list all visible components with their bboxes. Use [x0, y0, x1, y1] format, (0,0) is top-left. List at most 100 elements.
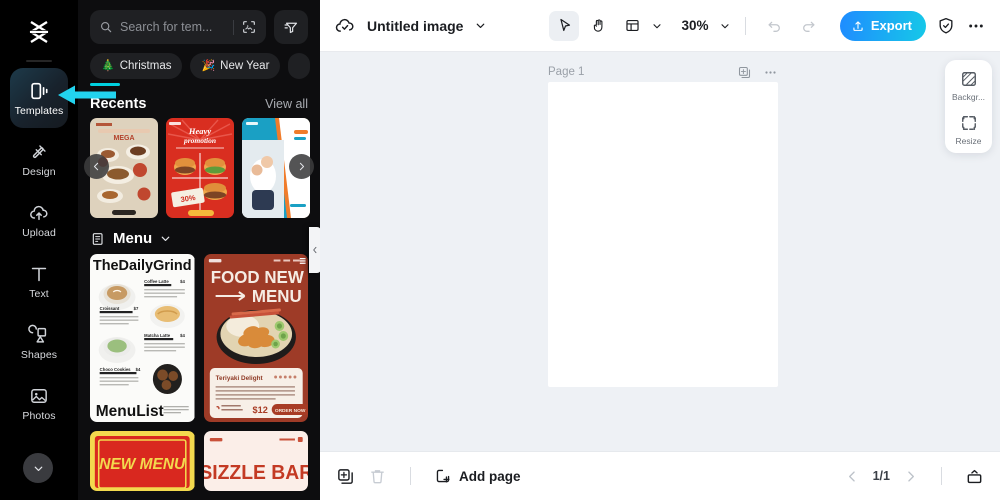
- templates-panel: Search for tem... �: [78, 0, 320, 500]
- top-toolbar: Untitled image 30% Export: [320, 0, 1000, 52]
- search-input[interactable]: Search for tem...: [90, 10, 266, 44]
- sidebar-more-button[interactable]: [23, 453, 53, 483]
- bottom-left-group: Add page: [336, 467, 521, 486]
- sidebar-item-label: Photos: [22, 409, 56, 422]
- undo-button[interactable]: [760, 11, 790, 41]
- chip-emoji: 🎄: [101, 59, 115, 72]
- svg-text:$7: $7: [134, 306, 139, 311]
- chip-christmas[interactable]: 🎄 Christmas: [90, 53, 183, 79]
- sidebar-item-photos[interactable]: Photos: [10, 373, 68, 433]
- template-thumbnail-new-menu[interactable]: NEW MENU: [90, 431, 195, 491]
- thumbnail-art: NEW MENU: [90, 431, 195, 491]
- menu-template-grid: TheDailyGrind Coffee Latte $4 Croissant …: [78, 254, 320, 491]
- template-thumbnail-heavy-promotion[interactable]: Heavy promotion 30%: [166, 118, 234, 218]
- svg-text:$12: $12: [252, 405, 267, 415]
- capcut-logo-icon: [29, 21, 49, 43]
- sidebar-item-label: Text: [29, 287, 49, 300]
- sidebar-item-label: Design: [22, 165, 56, 178]
- redo-button[interactable]: [794, 11, 824, 41]
- category-chips: 🎄 Christmas 🎉 New Year: [90, 53, 311, 79]
- upload-cloud-icon: [30, 205, 48, 220]
- page-label: Page 1: [548, 66, 585, 78]
- thumbnail-art: Heavy promotion 30%: [166, 118, 234, 218]
- right-dock-panel: Backgr... Resize: [945, 60, 992, 153]
- svg-text:MENU: MENU: [251, 286, 301, 306]
- left-sidebar: Templates Design Upload Text Shapes Phot…: [0, 0, 78, 500]
- undo-icon: [768, 21, 780, 32]
- duplicate-page-icon[interactable]: [737, 65, 752, 80]
- chip-label: Christmas: [119, 60, 172, 72]
- chip-new-year[interactable]: 🎉 New Year: [190, 53, 281, 79]
- chevron-down-icon[interactable]: [474, 19, 487, 32]
- trash-icon[interactable]: [368, 467, 387, 486]
- chevron-down-icon[interactable]: [159, 232, 172, 245]
- zoom-level[interactable]: 30%: [681, 18, 708, 33]
- export-button[interactable]: Export: [839, 10, 926, 41]
- chevron-right-icon[interactable]: [903, 469, 918, 484]
- text-icon: [31, 267, 47, 281]
- search-placeholder: Search for tem...: [120, 20, 213, 34]
- sidebar-divider: [26, 60, 52, 62]
- panel-collapse-handle[interactable]: [309, 227, 320, 273]
- sidebar-item-label: Templates: [14, 104, 64, 117]
- bottom-divider: [941, 467, 942, 485]
- filter-icon: [284, 22, 297, 33]
- capcut-logo[interactable]: [0, 6, 78, 58]
- shield-check-icon[interactable]: [936, 16, 956, 36]
- sidebar-item-shapes[interactable]: Shapes: [10, 312, 68, 372]
- duplicate-icon[interactable]: [336, 467, 355, 486]
- toolbar-right-group: Export: [839, 10, 986, 41]
- more-horizontal-icon[interactable]: [763, 65, 778, 80]
- sidebar-item-upload[interactable]: Upload: [10, 190, 68, 250]
- template-thumbnail-food-new-menu[interactable]: FOOD NEW MENU Teriyaki Delight $12 ORDER…: [203, 254, 308, 422]
- chevron-down-icon[interactable]: [719, 20, 731, 32]
- hand-tool-button[interactable]: [583, 11, 613, 41]
- menu-section-header[interactable]: Menu: [78, 218, 320, 254]
- layout-tool-button[interactable]: [617, 11, 647, 41]
- template-thumbnail-the-daily-grind[interactable]: TheDailyGrind Coffee Latte $4 Croissant …: [90, 254, 195, 422]
- chip-overflow[interactable]: [288, 53, 311, 79]
- carousel-next-button[interactable]: [289, 154, 314, 179]
- dock-item-resize[interactable]: Resize: [945, 113, 992, 146]
- svg-text:$4: $4: [180, 333, 185, 338]
- toolbar-left-group: Untitled image: [334, 15, 487, 37]
- svg-text:Choco Cookies: Choco Cookies: [100, 367, 131, 372]
- dock-item-background[interactable]: Backgr...: [945, 69, 992, 102]
- chevron-left-icon[interactable]: [845, 469, 860, 484]
- layout-icon: [626, 19, 639, 32]
- chevron-down-icon: [34, 466, 42, 471]
- resize-icon: [961, 116, 976, 130]
- sidebar-item-text[interactable]: Text: [10, 251, 68, 311]
- svg-text:Teriyaki Delight: Teriyaki Delight: [215, 375, 263, 382]
- svg-text:SIZZLE BAR: SIZZLE BAR: [204, 462, 309, 484]
- menu-doc-icon: [92, 232, 103, 245]
- chevron-down-icon[interactable]: [651, 20, 663, 32]
- redo-icon: [803, 21, 815, 32]
- document-title[interactable]: Untitled image: [367, 18, 463, 34]
- page-actions: [737, 65, 778, 80]
- add-page-button[interactable]: Add page: [434, 467, 521, 485]
- sidebar-item-design[interactable]: Design: [10, 129, 68, 189]
- svg-text:Matcha Latte: Matcha Latte: [144, 333, 171, 338]
- template-thumbnail-sizzle-bar[interactable]: SIZZLE BAR: [203, 431, 309, 491]
- recents-view-all[interactable]: View all: [265, 97, 308, 111]
- search-icon: [100, 21, 112, 33]
- canvas-viewport[interactable]: Page 1 Backgr... Resize: [320, 52, 1000, 451]
- svg-text:Croissant: Croissant: [100, 306, 120, 311]
- select-tool-button[interactable]: [549, 10, 580, 41]
- sidebar-item-templates[interactable]: Templates: [10, 68, 68, 128]
- more-horizontal-icon[interactable]: [966, 16, 986, 36]
- toolbar-tools-group: 30%: [549, 10, 824, 41]
- carousel-prev-button[interactable]: [84, 154, 109, 179]
- sidebar-item-label: Shapes: [20, 348, 58, 361]
- templates-icon: [31, 82, 48, 99]
- image-search-icon[interactable]: [241, 19, 257, 35]
- page-canvas[interactable]: [548, 82, 778, 387]
- export-label: Export: [870, 18, 912, 33]
- background-icon: [961, 72, 976, 86]
- page-header-bar: Page 1: [548, 62, 778, 82]
- recents-title: Recents: [90, 96, 147, 112]
- pages-view-icon[interactable]: [965, 467, 984, 486]
- cloud-sync-icon[interactable]: [334, 15, 356, 37]
- filter-button[interactable]: [274, 10, 308, 44]
